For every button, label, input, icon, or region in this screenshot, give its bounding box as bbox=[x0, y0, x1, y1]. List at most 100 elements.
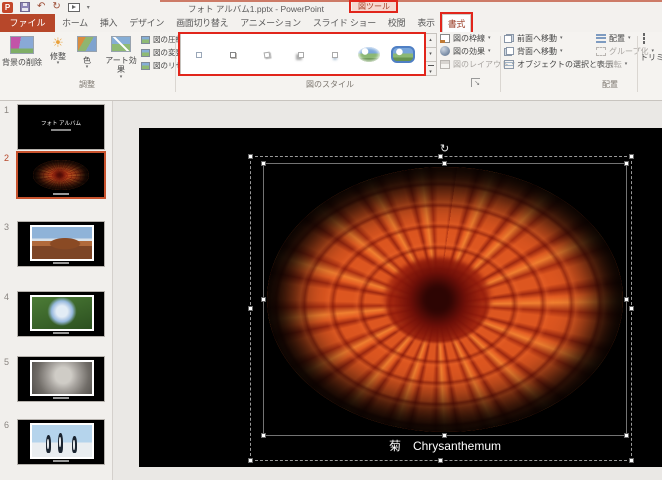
tab-file[interactable]: ファイル bbox=[0, 14, 55, 32]
start-slideshow-icon[interactable] bbox=[68, 3, 80, 12]
customize-qat-icon[interactable]: ▾ bbox=[87, 4, 90, 11]
rotate-handle-icon[interactable]: ↻ bbox=[440, 144, 449, 155]
redo-icon[interactable]: ↻ bbox=[52, 2, 60, 12]
picture-style-rotated-white[interactable] bbox=[253, 38, 281, 72]
group-separator bbox=[500, 36, 501, 92]
dropdown-icon: ▾ bbox=[488, 48, 491, 54]
resize-handle[interactable] bbox=[629, 458, 634, 463]
group-icon bbox=[596, 47, 606, 56]
dropdown-icon: ▾ bbox=[560, 35, 563, 41]
tab-animations[interactable]: アニメーション bbox=[235, 14, 306, 32]
dropdown-icon: ▾ bbox=[560, 48, 563, 54]
tab-home[interactable]: ホーム bbox=[57, 14, 93, 32]
tab-view[interactable]: 表示 bbox=[412, 14, 439, 32]
thumbnail-caption-bar bbox=[53, 460, 69, 462]
compress-pictures-icon bbox=[141, 36, 150, 44]
penguins-photo bbox=[30, 423, 94, 459]
slide-thumbnail-3[interactable] bbox=[17, 221, 105, 267]
picture-border-icon bbox=[440, 34, 450, 43]
picture-style-soft-edge-oval[interactable] bbox=[355, 38, 383, 72]
crop-icon bbox=[643, 33, 645, 44]
crop-button[interactable]: トリミング bbox=[640, 34, 662, 94]
slide-number-6: 6 bbox=[4, 420, 9, 430]
group-separator bbox=[637, 36, 638, 92]
resize-handle[interactable] bbox=[438, 458, 443, 463]
picture-style-beveled-matte[interactable] bbox=[219, 38, 247, 72]
send-backward-icon bbox=[504, 47, 514, 56]
gallery-more-button[interactable]: ▾ bbox=[425, 62, 436, 75]
quick-access-toolbar: P ↶ ↻ ▾ bbox=[2, 1, 90, 13]
picture-style-reflected[interactable] bbox=[321, 38, 349, 72]
annotation-box-picture-tools bbox=[349, 0, 398, 13]
desert-photo bbox=[30, 225, 94, 261]
slide-thumbnail-4[interactable] bbox=[17, 291, 105, 337]
slide-number-1: 1 bbox=[4, 105, 9, 115]
undo-icon[interactable]: ↶ bbox=[37, 2, 45, 12]
annotation-line bbox=[160, 0, 662, 2]
change-picture-icon bbox=[141, 49, 150, 57]
slide-thumbnail-6[interactable] bbox=[17, 419, 105, 465]
resize-handle[interactable] bbox=[442, 161, 447, 166]
bring-forward-icon bbox=[504, 34, 514, 43]
thumbnail-caption-bar bbox=[53, 193, 69, 195]
rotate-icon: ↻ bbox=[596, 60, 603, 69]
picture-style-metal-oval[interactable] bbox=[389, 38, 417, 72]
tab-slideshow[interactable]: スライド ショー bbox=[308, 14, 381, 32]
hydrangea-photo bbox=[30, 295, 94, 331]
picture-styles-gallery bbox=[180, 33, 437, 76]
picture-style-drop-shadow[interactable] bbox=[287, 38, 315, 72]
tab-insert[interactable]: 挿入 bbox=[95, 14, 122, 32]
arrange-group-label: 配置 bbox=[585, 79, 635, 90]
resize-handle[interactable] bbox=[261, 161, 266, 166]
resize-handle[interactable] bbox=[624, 161, 629, 166]
koala-photo bbox=[30, 360, 94, 396]
artistic-effects-icon bbox=[111, 36, 131, 52]
picture-style-simple-frame-white[interactable] bbox=[185, 38, 213, 72]
title-bar: P ↶ ↻ ▾ フォト アルバム1.pptx - PowerPoint 図ツール bbox=[0, 0, 662, 14]
landscape-icon bbox=[391, 46, 415, 63]
slide-thumbnail-1[interactable]: フォト アルバム bbox=[17, 104, 105, 150]
dropdown-icon: ▾ bbox=[74, 65, 100, 69]
tab-format-active[interactable]: 書式 bbox=[442, 14, 471, 32]
resize-handle[interactable] bbox=[248, 154, 253, 159]
save-icon[interactable] bbox=[20, 2, 30, 12]
resize-handle[interactable] bbox=[624, 297, 629, 302]
slide-thumbnail-5[interactable] bbox=[17, 356, 105, 402]
sun-icon: ☀ bbox=[52, 36, 64, 50]
tab-review[interactable]: 校閲 bbox=[383, 14, 410, 32]
current-slide[interactable]: ↻ 菊 Chrysanthemum bbox=[139, 128, 662, 467]
slide-thumbnail-2-selected[interactable] bbox=[16, 151, 106, 199]
picture-styles-group-label: 図のスタイル bbox=[260, 79, 400, 90]
resize-handle[interactable] bbox=[248, 306, 253, 311]
reset-picture-icon bbox=[141, 62, 150, 70]
group-separator bbox=[175, 36, 176, 92]
picture-layout-icon bbox=[440, 60, 450, 69]
adjust-group-label: 調整 bbox=[0, 79, 174, 90]
thumbnail-caption-bar bbox=[53, 262, 69, 264]
picture-selection-box[interactable]: ↻ bbox=[263, 163, 627, 436]
dropdown-icon: ▾ bbox=[102, 75, 140, 79]
mini-chrysanthemum-image bbox=[33, 160, 89, 190]
tab-transitions[interactable]: 画面切り替え bbox=[171, 14, 233, 32]
resize-handle[interactable] bbox=[248, 458, 253, 463]
resize-handle[interactable] bbox=[629, 306, 634, 311]
dropdown-icon: ▾ bbox=[44, 61, 72, 65]
gallery-scroll-down-button[interactable]: ▾ bbox=[425, 48, 436, 62]
slide-number-3: 3 bbox=[4, 222, 9, 232]
dialog-launcher-icon[interactable]: ↘ bbox=[471, 78, 480, 87]
color-picture-icon bbox=[77, 36, 97, 52]
thumbnail-subtitle-bar bbox=[51, 129, 71, 131]
resize-handle[interactable] bbox=[261, 297, 266, 302]
thumbnail-caption-bar bbox=[53, 397, 69, 399]
align-icon bbox=[596, 34, 606, 43]
dropdown-icon: ▾ bbox=[488, 35, 491, 41]
dropdown-icon: ▾ bbox=[628, 35, 631, 41]
remove-background-icon bbox=[10, 36, 34, 54]
thumbnail-caption-bar bbox=[53, 332, 69, 334]
thumbnail-title-text: フォト アルバム bbox=[18, 119, 104, 127]
resize-handle[interactable] bbox=[629, 154, 634, 159]
slide-number-2: 2 bbox=[4, 153, 9, 163]
photo-caption-text[interactable]: 菊 Chrysanthemum bbox=[263, 437, 627, 454]
tab-design[interactable]: デザイン bbox=[124, 14, 169, 32]
gallery-scroll-up-button[interactable]: ▴ bbox=[425, 34, 436, 48]
